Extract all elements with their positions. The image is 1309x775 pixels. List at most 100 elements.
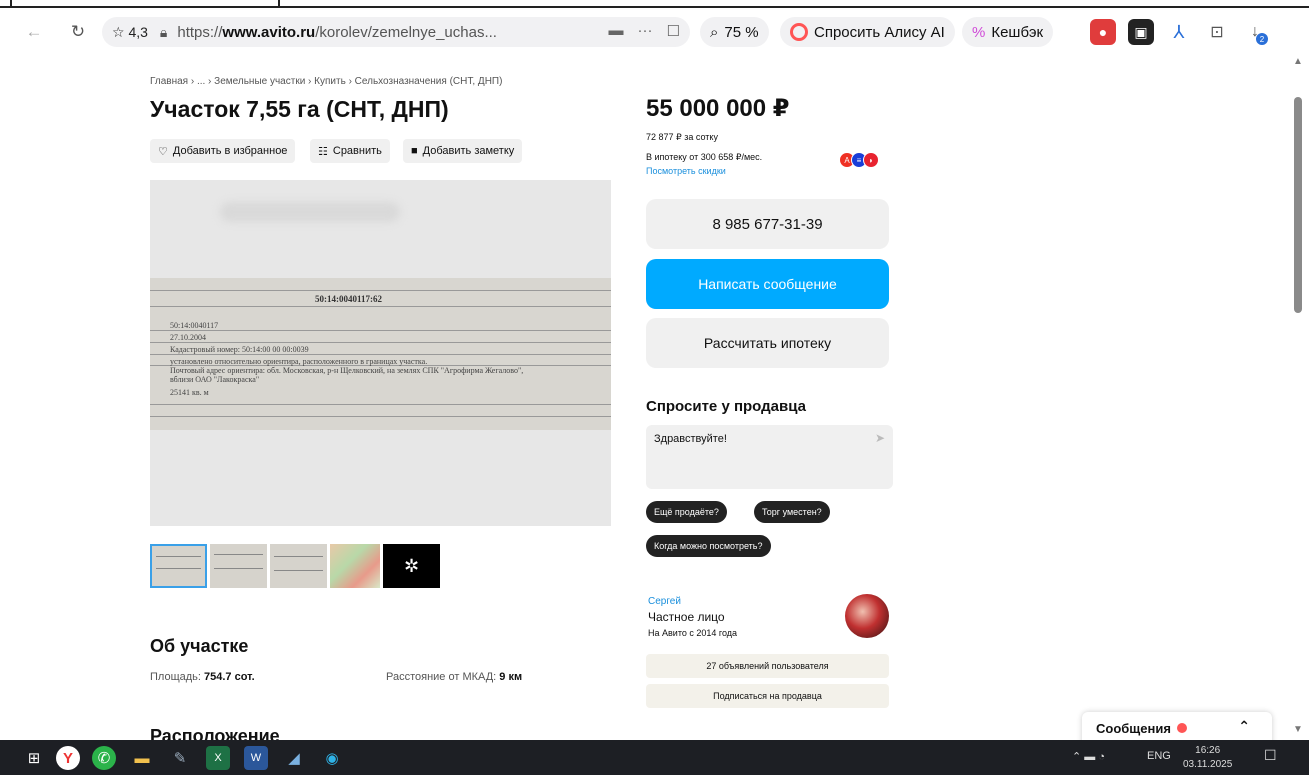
add-favorite-button[interactable]: ♡ Добавить в избранное <box>150 139 296 163</box>
more-dots-icon[interactable]: ··· <box>638 22 653 40</box>
thumbnail-line <box>214 554 263 555</box>
cashback-label: Кешбэк <box>991 23 1044 41</box>
quick-question-chip[interactable]: Торг уместен? <box>754 501 830 523</box>
price-per-sotka: 72 877 ₽ за сотку <box>646 132 718 142</box>
site-rating[interactable]: ☆ 4,3 <box>112 24 148 41</box>
thumbnail-1[interactable] <box>150 544 207 588</box>
address-bar[interactable]: ☆ 4,3 🔒︎ https://www.avito.ru/korolev/ze… <box>102 17 690 47</box>
subscribe-seller-button[interactable]: Подписаться на продавца <box>646 684 889 708</box>
area-value: 754.7 сот. <box>204 671 255 683</box>
cashback-button[interactable]: % Кешбэк <box>962 17 1054 47</box>
document-line <box>150 416 611 417</box>
url-prefix: https:// <box>177 23 223 41</box>
zoom-indicator[interactable]: ⌕ 75 % <box>700 17 769 47</box>
photo-blur <box>220 202 400 222</box>
language-indicator[interactable]: ENG <box>1147 750 1171 762</box>
quick-question-chip[interactable]: Ещё продаёте? <box>646 501 727 523</box>
document-text: 25141 кв. м <box>170 388 209 397</box>
page-scrollbar[interactable]: ▲ ▼ <box>1290 54 1309 740</box>
add-note-button[interactable]: ■ Добавить заметку <box>403 139 523 163</box>
url-text[interactable]: https://www.avito.ru/korolev/zemelnye_uc… <box>177 24 497 41</box>
zoom-value: 75 % <box>724 23 759 41</box>
yandex-browser-icon[interactable]: Y <box>56 746 80 770</box>
mortgage-text: В ипотеку от 300 658 ₽/мес. <box>646 152 763 162</box>
thumbnail-video[interactable]: ✲ <box>383 544 440 588</box>
thumbnail-3[interactable] <box>270 544 327 588</box>
thumbnail-map[interactable] <box>330 544 380 588</box>
document-text: 27.10.2004 <box>170 333 206 342</box>
thumbnail-2[interactable] <box>210 544 267 588</box>
messages-widget[interactable]: Сообщения ⌃ <box>1082 712 1272 740</box>
excel-icon[interactable]: X <box>206 746 230 770</box>
back-arrow-icon[interactable]: ← <box>22 20 46 44</box>
extensions-puzzle-icon[interactable]: ⊡ <box>1204 19 1230 45</box>
extension-dark-icon[interactable]: ▣ <box>1128 19 1154 45</box>
document-text: вблизи ОАО "Лакокраска" <box>170 375 260 384</box>
clock-date: 03.11.2025 <box>1183 759 1233 770</box>
percent-icon: % <box>972 23 986 41</box>
unread-dot-icon <box>1176 723 1187 733</box>
tray-icons[interactable]: ⌃ ▬ ◔ <box>1072 750 1105 763</box>
browser-tab[interactable] <box>10 0 280 8</box>
reader-icon[interactable]: ▬ <box>609 22 624 40</box>
seller-name[interactable]: Сергей <box>648 596 681 607</box>
downloads-icon[interactable]: ↓ 2 <box>1242 19 1268 45</box>
play-icon: ✲ <box>403 555 420 576</box>
scrollbar-thumb[interactable] <box>1294 97 1302 313</box>
edge-icon[interactable]: ◉ <box>320 746 344 770</box>
extension-red-icon[interactable]: ● <box>1090 19 1116 45</box>
distance-value: 9 км <box>499 671 523 683</box>
document-text: Кадастровый номер: 50:14:00 00 00:0039 <box>170 345 309 354</box>
word-icon[interactable]: W <box>244 746 268 770</box>
alice-button[interactable]: Спросить Алису AI <box>780 17 955 47</box>
calc-mortgage-button[interactable]: Рассчитать ипотеку <box>646 318 889 368</box>
main-photo[interactable]: 50:14:0040117:62 50:14:0040117 27.10.200… <box>150 180 611 526</box>
ask-seller-text[interactable]: Здравствуйте! <box>654 433 727 445</box>
reload-icon[interactable]: ↻ <box>66 20 90 44</box>
site-rating-value: 4,3 <box>128 23 148 40</box>
thumbnail-line <box>274 556 323 557</box>
url-path: /korolev/zemelnye_uchas... <box>315 23 497 41</box>
clock-time: 16:26 <box>1195 745 1221 756</box>
ask-seller-title: Спросите у продавца <box>646 398 806 415</box>
windows-start-icon[interactable]: ⊞ <box>22 746 46 770</box>
chevron-up-icon[interactable]: ⌃ <box>1238 718 1250 735</box>
show-phone-button[interactable]: 8 985 677-31-39 <box>646 199 889 249</box>
taskbar-clock[interactable]: 16:26 03.11.2025 <box>1183 744 1232 772</box>
breadcrumb[interactable]: Главная › ... › Земельные участки › Купи… <box>150 76 502 87</box>
bank-red-icon: ◗ <box>863 152 879 168</box>
discounts-link[interactable]: Посмотреть скидки <box>646 166 726 176</box>
price: 55 000 000 ₽ <box>646 95 790 122</box>
write-message-button[interactable]: Написать сообщение <box>646 259 889 309</box>
extension-blue-icon[interactable]: ⅄ <box>1166 19 1192 45</box>
zoom-search-icon: ⌕ <box>710 23 719 41</box>
ask-seller-input[interactable]: Здравствуйте! ➤ <box>646 425 893 489</box>
scroll-down-icon[interactable]: ▼ <box>1293 724 1303 735</box>
notifications-icon[interactable]: ☐ <box>1264 747 1277 764</box>
lock-icon[interactable]: 🔒︎ <box>160 24 167 41</box>
compare-label: Сравнить <box>332 145 382 157</box>
alice-label: Спросить Алису AI <box>814 23 945 41</box>
scroll-up-icon[interactable]: ▲ <box>1293 56 1303 67</box>
whatsapp-icon[interactable]: ✆ <box>92 746 116 770</box>
thumbnail-line <box>156 556 201 557</box>
bookmark-icon[interactable]: ☐ <box>667 22 680 40</box>
location-title: Расположение <box>150 726 280 740</box>
messages-label: Сообщения <box>1096 720 1171 736</box>
bank-logos[interactable]: А ≡ ◗ <box>839 152 879 168</box>
document-line <box>150 404 611 405</box>
compare-button[interactable]: ☷ Сравнить <box>310 139 390 163</box>
app-blue-icon[interactable]: ◢ <box>282 746 306 770</box>
seller-listings-button[interactable]: 27 объявлений пользователя <box>646 654 889 678</box>
document-line <box>150 342 611 343</box>
document-text: 50:14:0040117 <box>170 321 219 330</box>
quick-question-chip[interactable]: Когда можно посмотреть? <box>646 535 771 557</box>
document-text: установлено относительно ориентира, расп… <box>170 357 428 366</box>
send-icon[interactable]: ➤ <box>875 431 885 445</box>
heart-icon: ♡ <box>158 145 168 158</box>
app-feather-icon[interactable]: ✎ <box>168 746 192 770</box>
window-top-edge <box>0 0 1309 8</box>
seller-avatar[interactable] <box>845 594 889 638</box>
alice-icon <box>790 23 808 41</box>
file-explorer-icon[interactable]: ▬ <box>130 746 154 770</box>
